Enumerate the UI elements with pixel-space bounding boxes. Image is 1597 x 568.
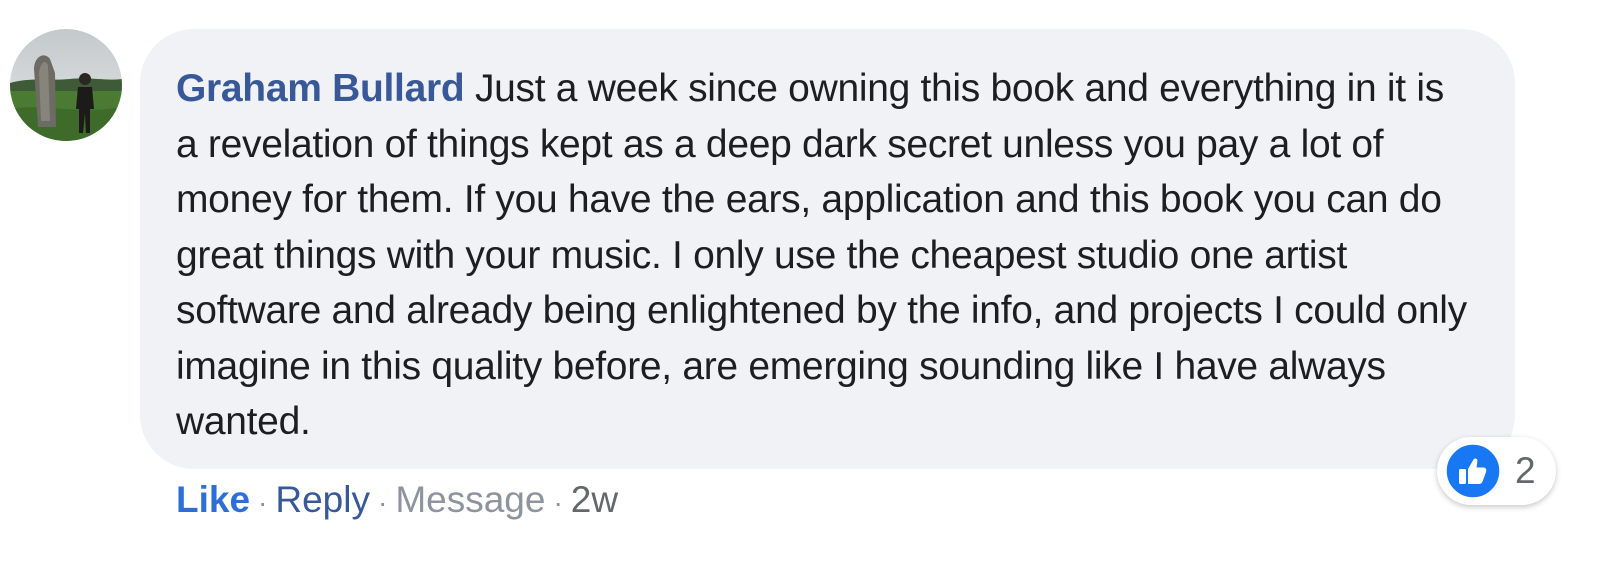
separator-dot: · [553, 487, 563, 518]
like-link[interactable]: Like [176, 479, 250, 520]
reply-link[interactable]: Reply [275, 479, 370, 520]
separator-dot: · [258, 487, 268, 518]
message-link[interactable]: Message [395, 479, 545, 520]
avatar[interactable] [10, 29, 122, 141]
comment-actions: Like · Reply · Message · 2w [176, 474, 618, 526]
comment-text: Just a week since owning this book and e… [176, 67, 1467, 443]
comment-body: Graham Bullard Just a week since owning … [176, 61, 1475, 450]
separator-dot: · [377, 487, 388, 518]
avatar-photo [10, 29, 122, 141]
reaction-summary[interactable]: 2 [1437, 437, 1556, 505]
thumbs-up-icon [1445, 443, 1501, 499]
comment-bubble: Graham Bullard Just a week since owning … [140, 29, 1515, 469]
comment: Graham Bullard Just a week since owning … [0, 0, 1597, 568]
reaction-count: 2 [1515, 450, 1536, 491]
author-name-link[interactable]: Graham Bullard [176, 67, 465, 110]
timestamp-link[interactable]: 2w [571, 479, 618, 520]
